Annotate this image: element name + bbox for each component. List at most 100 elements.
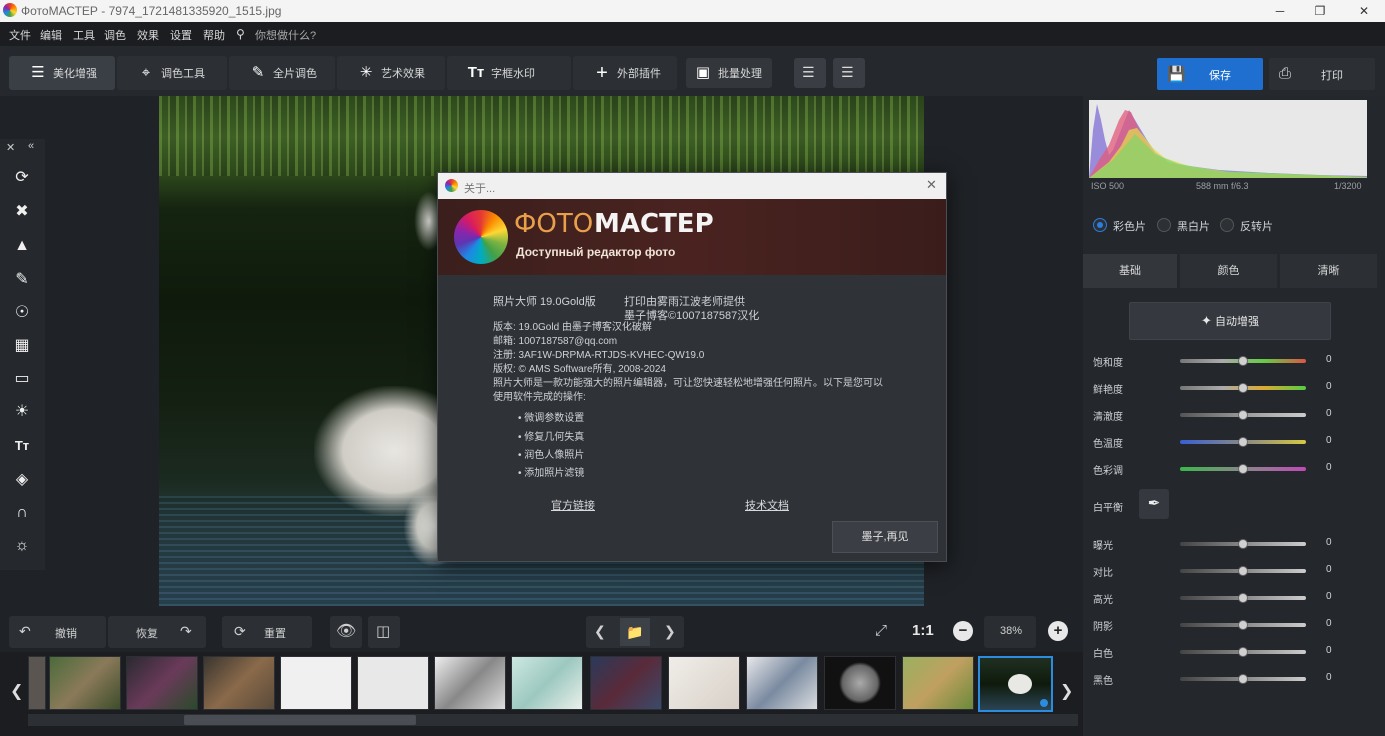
compare-icon: ◫	[376, 623, 391, 640]
menu-color[interactable]: 调色	[104, 27, 126, 43]
tab-crop[interactable]: ⌖ 调色工具	[117, 56, 227, 90]
clarity-slider-knob[interactable]	[1238, 410, 1248, 420]
tab-effects[interactable]: ✳ 艺术效果	[337, 56, 445, 90]
tab-label: 艺术效果	[381, 68, 425, 80]
tab-text[interactable]: Tт 字框水印	[447, 56, 571, 90]
batch-process-button[interactable]: ▣ 批量处理	[686, 58, 772, 88]
film-thumbnail[interactable]	[902, 656, 974, 710]
next-image-icon[interactable]: ❯	[664, 623, 676, 640]
film-thumbnail[interactable]	[28, 656, 46, 710]
radio-bw[interactable]	[1157, 218, 1171, 232]
auto-enhance-button[interactable]: ✦ 自动增强	[1129, 302, 1331, 340]
save-button[interactable]: 💾 保存	[1157, 58, 1263, 90]
preset-add-button[interactable]: ☰	[794, 58, 826, 88]
film-thumbnail-selected[interactable]	[978, 656, 1053, 712]
film-thumbnail[interactable]	[357, 656, 429, 710]
film-thumbnail[interactable]	[746, 656, 818, 710]
close-panel-icon[interactable]: ✕	[6, 141, 15, 154]
zoom-1to1-button[interactable]: 1:1	[912, 622, 934, 639]
film-thumbnail[interactable]	[126, 656, 198, 710]
highlights-slider-knob[interactable]	[1238, 593, 1248, 603]
tab-plugins[interactable]: + 外部插件	[573, 56, 677, 90]
zoom-level-field[interactable]: 38%	[984, 616, 1036, 648]
restore-button[interactable]: ❐	[1311, 2, 1329, 20]
brush-tool-icon[interactable]: ✎	[11, 269, 33, 291]
file-nav-group: ❮ 📁 ❯	[586, 616, 684, 648]
tab-retouch[interactable]: ✎ 全片调色	[229, 56, 335, 90]
search-icon[interactable]: ⚲	[236, 27, 245, 41]
preset-download-button[interactable]: ☰	[833, 58, 865, 88]
blacks-slider-knob[interactable]	[1238, 674, 1248, 684]
fit-screen-button[interactable]: ⤢	[870, 616, 898, 648]
undo-button[interactable]: ↶ 撤销	[9, 616, 106, 648]
film-thumbnail[interactable]	[434, 656, 506, 710]
shadows-slider-knob[interactable]	[1238, 620, 1248, 630]
reset-button[interactable]: ⟳ 重置	[222, 616, 312, 648]
tab-sharpness[interactable]: 清晰	[1280, 254, 1377, 288]
exposure-slider-knob[interactable]	[1238, 539, 1248, 549]
gradient-filter-icon[interactable]: ▦	[11, 335, 33, 357]
film-thumbnail[interactable]	[668, 656, 740, 710]
search-input[interactable]: 你想做什么?	[255, 27, 316, 43]
film-thumbnail[interactable]	[590, 656, 662, 710]
radial-filter-icon[interactable]: ☉	[11, 302, 33, 324]
printer-icon: ⎙	[1279, 65, 1292, 82]
compare-button[interactable]: ◫	[368, 616, 400, 648]
tab-basic[interactable]: 基础	[1083, 254, 1177, 288]
print-button[interactable]: ⎙ 打印	[1269, 58, 1375, 90]
film-thumbnail[interactable]	[49, 656, 121, 710]
official-site-link[interactable]: 官方链接	[551, 497, 595, 513]
open-folder-icon[interactable]: 📁	[620, 618, 650, 646]
film-thumbnail[interactable]	[511, 656, 583, 710]
tech-docs-link[interactable]: 技术文档	[745, 497, 789, 513]
menu-help[interactable]: 帮助	[203, 27, 225, 43]
film-thumbnail[interactable]	[203, 656, 275, 710]
menu-settings[interactable]: 设置	[170, 27, 192, 43]
minimize-button[interactable]: ─	[1271, 2, 1289, 20]
slider-value: 0	[1326, 537, 1332, 548]
temperature-slider-knob[interactable]	[1238, 437, 1248, 447]
prev-image-icon[interactable]: ❮	[594, 623, 606, 640]
curves-icon[interactable]: ∩	[11, 502, 33, 524]
fill-icon[interactable]: ◈	[11, 469, 33, 491]
contrast-slider-knob[interactable]	[1238, 566, 1248, 576]
menu-file[interactable]: 文件	[9, 27, 31, 43]
eyedropper-button[interactable]: ✒	[1139, 489, 1169, 519]
saturation-slider-knob[interactable]	[1238, 356, 1248, 366]
film-thumbnail[interactable]	[280, 656, 352, 710]
stamp-icon[interactable]: ▲	[11, 235, 33, 257]
menu-edit[interactable]: 编辑	[40, 27, 62, 43]
zoom-out-icon[interactable]: −	[953, 621, 973, 641]
vignette-icon[interactable]: ▭	[11, 368, 33, 390]
dialog-ok-button[interactable]: 墨子,再见	[832, 521, 938, 553]
filmstrip-prev-icon[interactable]: ❮	[10, 681, 23, 701]
crop-icon: ⌖	[141, 64, 151, 81]
histogram-chart	[1089, 104, 1367, 178]
close-window-button[interactable]: ✕	[1355, 2, 1373, 20]
whites-slider-knob[interactable]	[1238, 647, 1248, 657]
zoom-in-icon[interactable]: +	[1048, 621, 1068, 641]
preview-button[interactable]: 👁	[330, 616, 362, 648]
film-thumbnail[interactable]	[824, 656, 896, 710]
tab-enhance[interactable]: ☰ 美化增强	[9, 56, 115, 90]
white-balance-label: 白平衡	[1093, 503, 1123, 514]
vibrance-slider-knob[interactable]	[1238, 383, 1248, 393]
redo-button[interactable]: 恢复 ↷	[108, 616, 206, 648]
radio-bw-label: 黑白片	[1177, 221, 1210, 233]
healing-icon[interactable]: ✖	[11, 201, 33, 223]
filmstrip-scroll-thumb[interactable]	[184, 715, 416, 725]
tab-color[interactable]: 颜色	[1180, 254, 1277, 288]
menu-tools[interactable]: 工具	[73, 27, 95, 43]
radio-invert[interactable]	[1220, 218, 1234, 232]
menu-effects[interactable]: 效果	[137, 27, 159, 43]
collapse-panel-icon[interactable]: «	[28, 140, 34, 152]
filmstrip-next-icon[interactable]: ❯	[1060, 681, 1073, 701]
radio-color[interactable]	[1093, 218, 1107, 232]
tint-slider-knob[interactable]	[1238, 464, 1248, 474]
dialog-close-icon[interactable]: ✕	[926, 177, 937, 193]
light-icon[interactable]: ☀	[11, 401, 33, 423]
tab-label: 字框水印	[491, 68, 535, 80]
portrait-icon[interactable]: ☼	[11, 535, 33, 557]
auto-rotate-icon[interactable]: ⟳	[11, 167, 33, 189]
text-tool-icon[interactable]: Tт	[11, 435, 33, 457]
